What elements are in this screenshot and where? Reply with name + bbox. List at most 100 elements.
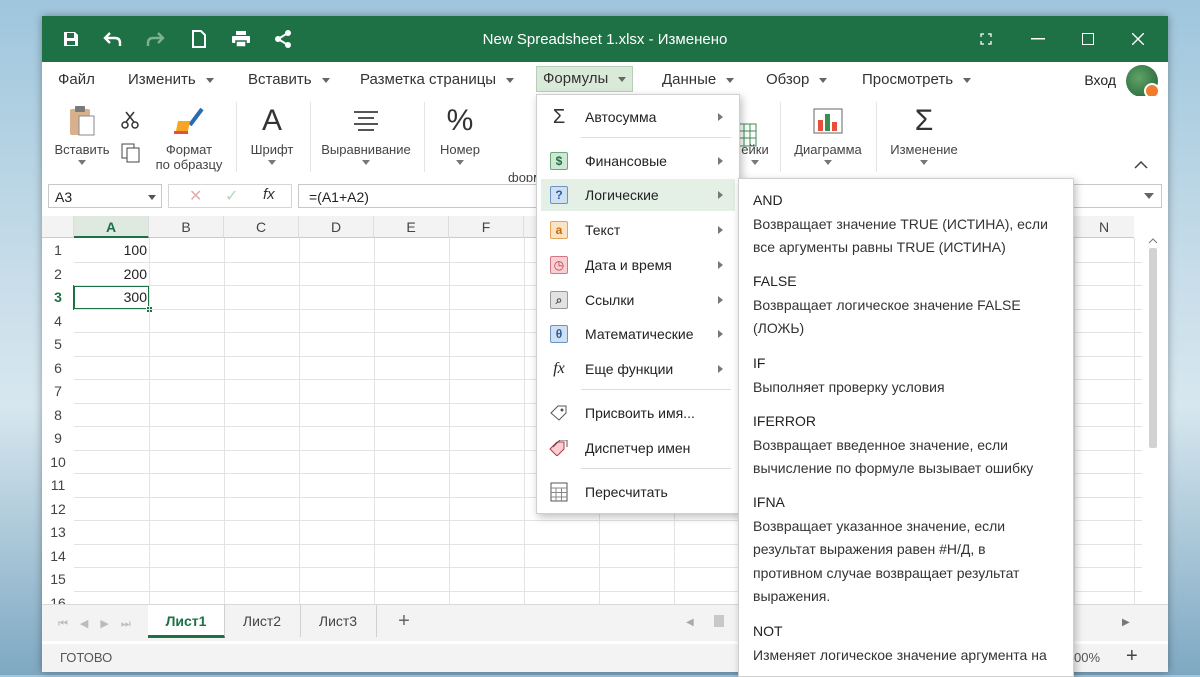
row-header[interactable]: 6 xyxy=(42,357,74,381)
row-header[interactable]: 13 xyxy=(42,521,74,545)
row-header[interactable]: 1 xyxy=(42,239,74,263)
fullscreen-icon[interactable] xyxy=(966,24,1006,54)
column-header-a[interactable]: A xyxy=(74,216,149,238)
close-icon[interactable] xyxy=(1118,24,1158,54)
menu-item-financial[interactable]: $ Финансовые xyxy=(541,145,735,177)
name-box[interactable]: A3 xyxy=(48,184,162,208)
corner-header[interactable] xyxy=(42,216,74,238)
add-sheet-button[interactable]: + xyxy=(376,605,432,637)
format-painter-button[interactable]: Формат по образцу xyxy=(150,100,228,172)
function-not[interactable]: NOT Изменяет логическое значение аргумен… xyxy=(753,620,1053,667)
menu-item-datetime[interactable]: ◷ Дата и время xyxy=(541,249,735,281)
menu-item-math[interactable]: θ Математические xyxy=(541,318,735,350)
menu-item-name-manager[interactable]: Диспетчер имен xyxy=(541,432,735,464)
login-link[interactable]: Вход xyxy=(1084,72,1116,88)
collapse-ribbon-icon[interactable] xyxy=(1134,156,1148,172)
tab-sheet1[interactable]: Лист1 xyxy=(148,605,225,638)
column-header-c[interactable]: C xyxy=(224,216,299,238)
hscroll-right-icon[interactable]: ▶ xyxy=(1122,617,1130,628)
cut-icon[interactable] xyxy=(120,110,140,133)
gridline xyxy=(374,238,375,604)
cells-button[interactable]: ейки xyxy=(738,100,772,165)
tag-icon xyxy=(549,403,569,423)
scroll-up-icon[interactable] xyxy=(1148,238,1158,244)
column-header-b[interactable]: B xyxy=(149,216,224,238)
vertical-scrollbar[interactable] xyxy=(1146,238,1160,628)
paste-button[interactable]: Вставить xyxy=(54,100,110,165)
function-desc: Возвращает логическое значение FALSE xyxy=(753,296,1021,313)
cancel-icon[interactable]: ✕ xyxy=(189,186,202,206)
cell-a2[interactable]: 200 xyxy=(74,263,149,286)
function-if[interactable]: IF Выполняет проверку условия xyxy=(753,352,1053,399)
caret-down-icon xyxy=(148,195,156,200)
menu-formulas[interactable]: Формулы xyxy=(536,66,634,92)
row-header[interactable]: 5 xyxy=(42,333,74,357)
function-iferror[interactable]: IFERROR Возвращает введенное значение, е… xyxy=(753,410,1053,481)
row-header[interactable]: 9 xyxy=(42,427,74,451)
font-button[interactable]: A Шрифт xyxy=(242,100,302,165)
expand-formula-icon[interactable] xyxy=(1144,193,1154,199)
row-header[interactable]: 7 xyxy=(42,380,74,404)
menu-item-more-functions[interactable]: fx Еще функции xyxy=(541,353,735,385)
align-button[interactable]: Выравнивание xyxy=(318,100,414,165)
menu-view[interactable]: Просмотреть xyxy=(856,68,977,92)
copy-icon[interactable] xyxy=(120,142,142,167)
function-and[interactable]: AND Возвращает значение TRUE (ИСТИНА), е… xyxy=(753,189,1053,260)
tab-sheet3[interactable]: Лист3 xyxy=(300,605,377,637)
clock-icon: ◷ xyxy=(549,255,569,275)
function-false[interactable]: FALSE Возвращает логическое значение FAL… xyxy=(753,270,1053,341)
sheet-nav-icons[interactable]: ⏮◀▶⏭ xyxy=(58,617,143,631)
row-header[interactable]: 2 xyxy=(42,263,74,287)
menu-edit[interactable]: Изменить xyxy=(122,68,220,92)
chart-button[interactable]: Диаграмма xyxy=(786,100,870,165)
row-header[interactable]: 16 xyxy=(42,592,74,605)
column-header-n[interactable]: N xyxy=(1074,216,1134,238)
cell-a1[interactable]: 100 xyxy=(74,239,149,262)
function-name: NOT xyxy=(753,623,783,639)
menu-item-lookup[interactable]: ⌕ Ссылки xyxy=(541,284,735,316)
row-header[interactable]: 4 xyxy=(42,310,74,334)
menu-file[interactable]: Файл xyxy=(52,68,101,92)
hscroll-left-icon[interactable]: ◀ xyxy=(686,617,694,628)
row-header[interactable]: 12 xyxy=(42,498,74,522)
row-header[interactable]: 10 xyxy=(42,451,74,475)
confirm-icon[interactable]: ✓ xyxy=(225,186,238,206)
avatar[interactable] xyxy=(1126,65,1160,99)
menu-data[interactable]: Данные xyxy=(656,68,740,92)
menu-label: Разметка страницы xyxy=(360,71,497,88)
logical-functions-submenu: AND Возвращает значение TRUE (ИСТИНА), е… xyxy=(738,178,1074,677)
number-button[interactable]: % Номер xyxy=(432,100,488,165)
column-header-e[interactable]: E xyxy=(374,216,449,238)
menu-item-define-name[interactable]: Присвоить имя... xyxy=(541,397,735,429)
menu-label: Формулы xyxy=(543,70,609,87)
scroll-thumb[interactable] xyxy=(1149,248,1157,448)
zoom-level[interactable]: 00% xyxy=(1074,650,1100,665)
menu-insert[interactable]: Вставить xyxy=(242,68,336,92)
menu-item-autosum[interactable]: Σ Автосумма xyxy=(541,101,735,133)
menu-item-recalculate[interactable]: Пересчитать xyxy=(541,476,735,508)
title-bar: New Spreadsheet 1.xlsx - Изменено xyxy=(42,16,1168,62)
row-header[interactable]: 8 xyxy=(42,404,74,428)
row-header[interactable]: 15 xyxy=(42,568,74,592)
zoom-in-button[interactable]: + xyxy=(1126,645,1138,668)
menu-item-logical[interactable]: ? Логические xyxy=(541,179,735,211)
menu-item-text[interactable]: a Текст xyxy=(541,214,735,246)
edit-button[interactable]: Σ Изменение xyxy=(884,100,964,165)
row-header[interactable]: 11 xyxy=(42,474,74,498)
column-header-d[interactable]: D xyxy=(299,216,374,238)
fx-icon[interactable]: fx xyxy=(263,186,275,203)
row-header[interactable]: 3 xyxy=(42,286,74,310)
menu-page-layout[interactable]: Разметка страницы xyxy=(354,68,520,92)
column-header-f[interactable]: F xyxy=(449,216,524,238)
minimize-icon[interactable] xyxy=(1018,24,1058,54)
hscroll-thumb[interactable] xyxy=(714,615,724,627)
menu-item-label: Финансовые xyxy=(585,153,667,169)
theta-icon: θ xyxy=(549,324,569,344)
maximize-icon[interactable] xyxy=(1068,24,1108,54)
row-header[interactable]: 14 xyxy=(42,545,74,569)
brush-icon xyxy=(150,100,228,142)
function-ifna[interactable]: IFNA Возвращает указанное значение, если… xyxy=(753,491,1053,609)
tab-sheet2[interactable]: Лист2 xyxy=(224,605,301,637)
calculator-icon xyxy=(549,482,569,502)
menu-review[interactable]: Обзор xyxy=(760,68,833,92)
